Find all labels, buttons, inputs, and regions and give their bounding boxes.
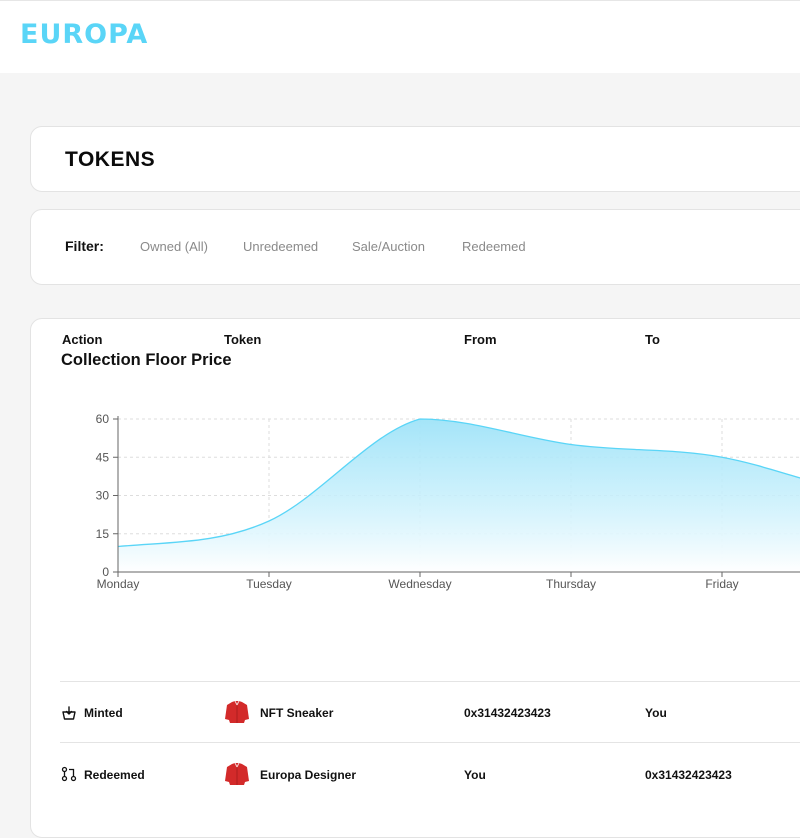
row-action: Minted <box>84 706 123 720</box>
y-tick-label: 60 <box>96 412 110 426</box>
red-jacket-thumbnail <box>223 760 251 788</box>
row-action: Redeemed <box>84 768 145 782</box>
floor-price-chart: 015304560Monday Tuesday Wednesday Thursday F… <box>96 412 800 591</box>
redeem-icon <box>61 766 77 782</box>
x-tick-label: Friday <box>705 577 738 591</box>
x-tick-label: Thursday <box>546 577 596 591</box>
row-to: You <box>645 706 667 720</box>
row-from: 0x31432423423 <box>464 706 551 720</box>
mint-icon <box>62 706 76 720</box>
y-tick-label: 30 <box>96 489 110 503</box>
col-header-action: Action <box>62 332 103 347</box>
col-header-from: From <box>464 332 497 347</box>
row-token[interactable]: Europa Designer <box>260 768 356 782</box>
x-tick-label: Monday <box>97 577 140 591</box>
x-tick-label: Wednesday <box>388 577 451 591</box>
x-tick-label: Tuesday <box>246 577 292 591</box>
row-token[interactable]: NFT Sneaker <box>260 706 333 720</box>
row-from: You <box>464 768 486 782</box>
table-header-divider <box>60 681 800 682</box>
red-jacket-thumbnail <box>223 698 251 726</box>
y-tick-label: 15 <box>96 527 110 541</box>
row-to: 0x31432423423 <box>645 768 732 782</box>
y-tick-label: 45 <box>96 450 110 464</box>
col-header-to: To <box>645 332 660 347</box>
col-header-token: Token <box>224 332 262 347</box>
row-divider <box>60 742 800 743</box>
